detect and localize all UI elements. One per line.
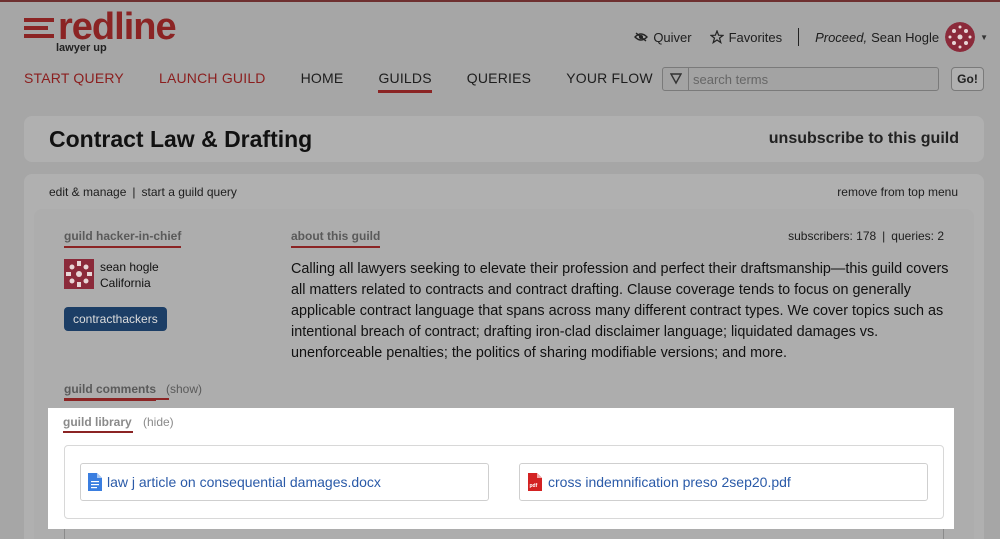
owner-location: California: [100, 276, 151, 290]
nav-start-query[interactable]: START QUERY: [24, 70, 124, 93]
card-bottom-edge: [64, 529, 944, 539]
utility-bar: Quiver Favorites Proceed, Sean Hogle ▼: [634, 22, 988, 52]
hacker-in-chief-label: guild hacker-in-chief: [64, 229, 182, 248]
search-input[interactable]: [689, 68, 938, 90]
user-avatar[interactable]: [945, 22, 976, 52]
top-accent-line: [0, 0, 1000, 2]
redline-logo[interactable]: redline lawyer up: [24, 6, 194, 56]
start-guild-query-link[interactable]: start a guild query: [142, 185, 237, 199]
search-go-button[interactable]: Go!: [951, 67, 984, 91]
library-underline: [63, 431, 133, 433]
quiver-link[interactable]: Quiver: [634, 29, 692, 45]
file-name: law j article on consequential damages.d…: [107, 474, 381, 490]
owner-name: sean hogle: [100, 260, 159, 274]
star-icon: [709, 30, 724, 44]
library-hide-toggle[interactable]: (hide): [143, 415, 174, 429]
guild-description: Calling all lawyers seeking to elevate t…: [291, 261, 949, 361]
utility-divider: [798, 28, 800, 46]
nav-guilds[interactable]: GUILDS: [378, 70, 433, 93]
user-avatar-icon: [945, 22, 976, 52]
pdf-badge-text: pdf: [530, 483, 538, 489]
comments-show-toggle[interactable]: (show): [166, 382, 202, 396]
greeting-text: Proceed,: [815, 29, 868, 45]
guild-owner[interactable]: sean hogle California: [64, 259, 159, 291]
edit-manage-link[interactable]: edit & manage: [49, 185, 126, 199]
file-name: cross indemnification preso 2sep20.pdf: [548, 474, 791, 490]
guild-comments-label[interactable]: guild comments: [64, 382, 157, 401]
guild-tag-badge[interactable]: contracthackers: [64, 307, 167, 331]
guild-header: Contract Law & Drafting unsubscribe to t…: [24, 116, 984, 162]
about-guild-label: about this guild: [291, 229, 381, 248]
user-name[interactable]: Sean Hogle: [871, 30, 939, 45]
search-box: [662, 67, 939, 91]
search-filter-button[interactable]: [663, 68, 689, 90]
guild-library-section: guild library (hide) law j article on co…: [48, 408, 954, 529]
funnel-icon: [669, 73, 682, 85]
main-nav: START QUERY LAUNCH GUILD HOME GUILDS QUE…: [24, 70, 688, 93]
nav-home[interactable]: HOME: [301, 70, 344, 93]
guild-library-label[interactable]: guild library: [63, 415, 132, 432]
chevron-down-icon[interactable]: ▼: [980, 33, 988, 42]
comments-underline: [64, 398, 169, 400]
unsubscribe-link[interactable]: unsubscribe to this guild: [769, 130, 959, 148]
actions-divider: |: [132, 185, 136, 199]
nav-launch-guild[interactable]: LAUNCH GUILD: [159, 70, 266, 93]
favorites-link[interactable]: Favorites: [709, 29, 783, 45]
guild-stats: subscribers: 178 | queries: 2: [788, 229, 944, 243]
nav-your-flow[interactable]: YOUR FLOW: [566, 70, 653, 93]
remove-from-top-menu-link[interactable]: remove from top menu: [837, 185, 958, 199]
guild-actions: edit & manage | start a guild query: [49, 185, 237, 199]
docx-file-icon: [88, 473, 102, 491]
favorites-label: Favorites: [728, 29, 783, 45]
library-file-pdf[interactable]: pdf cross indemnification preso 2sep20.p…: [519, 463, 928, 501]
subscribers-count: subscribers: 178: [788, 229, 877, 243]
pdf-file-icon: pdf: [528, 473, 542, 491]
logo-tagline: lawyer up: [56, 42, 107, 54]
owner-avatar-icon: [64, 259, 94, 289]
nav-queries[interactable]: QUERIES: [467, 70, 531, 93]
owner-avatar: [64, 259, 94, 289]
library-file-list: law j article on consequential damages.d…: [64, 445, 944, 519]
owner-info: sean hogle California: [100, 259, 159, 291]
stats-divider: |: [882, 229, 886, 243]
quiver-label: Quiver: [653, 29, 692, 45]
queries-count: queries: 2: [891, 229, 944, 243]
page-title: Contract Law & Drafting: [49, 125, 313, 152]
eye-slash-icon: [634, 32, 649, 42]
library-file-docx[interactable]: law j article on consequential damages.d…: [80, 463, 489, 501]
